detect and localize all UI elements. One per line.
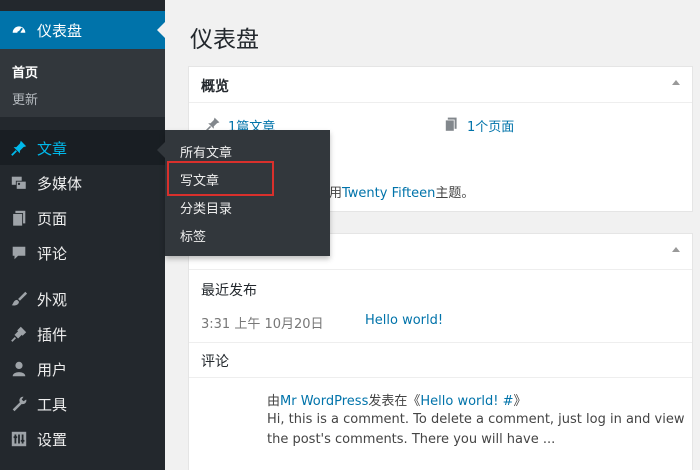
submenu-item-home[interactable]: 首页 [12,62,38,81]
section-divider [189,377,692,378]
comment-author-link[interactable]: Mr WordPress [280,394,368,409]
sidebar-item-media[interactable]: 多媒体 [0,165,165,200]
sidebar-item-label: 文章 [37,140,68,158]
flyout-caret [157,142,165,158]
page-title: 仪表盘 [190,27,259,53]
settings-icon [11,431,27,447]
comment-excerpt-line-2: the post's comments. There you will have… [267,432,556,447]
activity-widget: 最近发布 3:31 上午 10月20日 Hello world! 评论 由Mr … [188,233,693,470]
sidebar-item-label: 评论 [37,245,68,263]
media-icon [11,176,27,190]
theme-link[interactable]: Twenty Fifteen [342,186,435,201]
sidebar-item-label: 外观 [37,291,68,309]
pages-icon [445,117,457,132]
users-icon [12,361,26,377]
pin-icon [11,140,27,156]
sidebar-item-tools[interactable]: 工具 [0,386,165,421]
sidebar-item-pages[interactable]: 页面 [0,200,165,235]
widget-title: 概览 [201,79,229,95]
flyout-item-all-posts[interactable]: 所有文章 [180,142,232,161]
theme-info: 用Twenty Fifteen主题。 [329,186,475,201]
collapse-toggle-icon[interactable] [672,80,680,85]
sidebar-item-label: 工具 [37,396,68,414]
sidebar-item-label: 仪表盘 [37,22,83,40]
comment-icon [12,246,26,260]
sidebar-item-label: 用户 [37,361,68,379]
sidebar-item-label: 多媒体 [37,175,83,193]
dashboard-icon [12,26,26,35]
sidebar-item-plugins[interactable]: 插件 [0,316,165,351]
post-date: 3:31 上午 10月20日 [201,317,324,332]
plugin-icon [11,326,27,342]
submenu-item-updates[interactable]: 更新 [12,89,38,108]
comments-heading: 评论 [201,354,229,370]
flyout-item-categories[interactable]: 分类目录 [180,198,232,217]
pages-icon [12,210,26,227]
sidebar-item-users[interactable]: 用户 [0,351,165,386]
comment-post-link[interactable]: Hello world! # [420,394,513,409]
sidebar-item-posts[interactable]: 文章 [0,130,165,165]
sidebar-item-comments[interactable]: 评论 [0,235,165,270]
sidebar-item-settings[interactable]: 设置 [0,421,165,456]
current-menu-arrow [157,22,165,38]
pages-count-link[interactable]: 1个页面 [467,116,514,135]
sidebar-item-dashboard[interactable]: 仪表盘 [0,11,165,49]
tools-icon [12,396,27,412]
post-link[interactable]: Hello world! [365,313,443,328]
sidebar-item-appearance[interactable]: 外观 [0,281,165,316]
admin-sidebar: 仪表盘 首页 更新 文章 多媒体 页面 评论 外观 插件 用户 工具 设置 [0,0,165,470]
appearance-icon [11,291,28,306]
highlight-box [167,161,274,196]
widget-header[interactable]: 概览 [189,67,692,103]
sidebar-item-label: 页面 [37,210,68,228]
flyout-item-tags[interactable]: 标签 [180,226,206,245]
sidebar-item-label: 插件 [37,326,68,344]
comment-excerpt-line-1: Hi, this is a comment. To delete a comme… [267,412,685,427]
recent-posts-heading: 最近发布 [201,283,257,299]
section-divider [189,342,692,343]
comment-meta: 由Mr WordPress发表在《Hello world! #》 [267,394,527,409]
sidebar-item-label: 设置 [37,431,68,449]
collapse-toggle-icon[interactable] [672,247,680,252]
dashboard-submenu: 首页 更新 [0,49,165,117]
